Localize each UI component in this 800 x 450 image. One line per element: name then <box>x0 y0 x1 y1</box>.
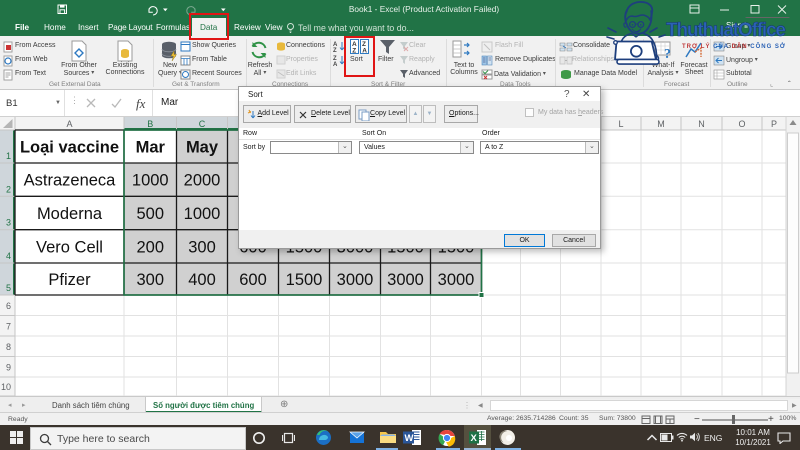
svg-text:5: 5 <box>6 283 11 293</box>
svg-text:1000: 1000 <box>184 205 221 223</box>
svg-text:Loại vaccine: Loại vaccine <box>20 139 119 157</box>
svg-text:B: B <box>147 119 153 129</box>
svg-text:3: 3 <box>6 218 11 228</box>
svg-text:W: W <box>405 433 414 444</box>
svg-text:200: 200 <box>136 238 164 256</box>
svg-text:Pfizer: Pfizer <box>48 271 91 289</box>
svg-text:C: C <box>199 119 206 129</box>
svg-text:300: 300 <box>188 238 216 256</box>
svg-text:8: 8 <box>6 342 11 352</box>
svg-text:10: 10 <box>1 382 11 392</box>
svg-text:Vero Cell: Vero Cell <box>36 238 103 256</box>
svg-text:May: May <box>186 139 219 157</box>
svg-text:7: 7 <box>6 321 11 331</box>
svg-text:300: 300 <box>136 271 164 289</box>
svg-text:O: O <box>738 119 745 129</box>
svg-text:M: M <box>657 119 665 129</box>
svg-text:1000: 1000 <box>132 172 169 190</box>
svg-text:Z: Z <box>333 48 337 54</box>
svg-text:Moderna: Moderna <box>37 205 103 223</box>
svg-text:Mar: Mar <box>136 139 166 157</box>
svg-text:9: 9 <box>6 362 11 372</box>
svg-text:?: ? <box>664 47 671 62</box>
svg-text:4: 4 <box>6 251 11 261</box>
svg-text:X: X <box>471 433 478 444</box>
svg-text:600: 600 <box>239 271 267 289</box>
svg-text:1500: 1500 <box>286 271 323 289</box>
svg-text:400: 400 <box>188 271 216 289</box>
svg-text:500: 500 <box>136 205 164 223</box>
svg-text:3000: 3000 <box>387 271 424 289</box>
svg-text:1: 1 <box>6 151 11 161</box>
svg-text:2: 2 <box>6 184 11 194</box>
svg-text:Astrazeneca: Astrazeneca <box>24 172 117 190</box>
svg-text:P: P <box>771 119 777 129</box>
svg-text:L: L <box>618 119 623 129</box>
svg-text:6: 6 <box>6 301 11 311</box>
svg-text:2000: 2000 <box>184 172 221 190</box>
svg-text:fx: fx <box>136 96 146 111</box>
svg-text:A: A <box>66 119 72 129</box>
svg-text:3000: 3000 <box>337 271 374 289</box>
svg-text:A: A <box>333 62 338 68</box>
svg-text:3000: 3000 <box>438 271 475 289</box>
svg-text:N: N <box>698 119 705 129</box>
